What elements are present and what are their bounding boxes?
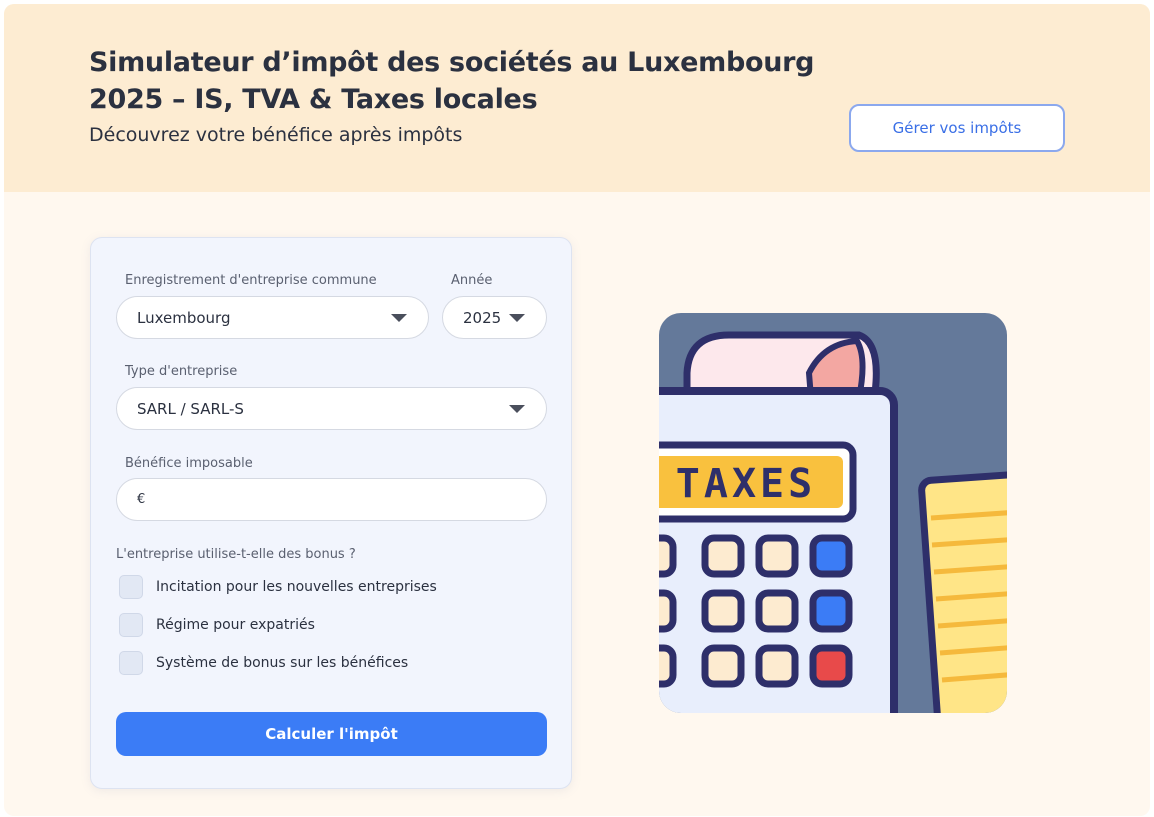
bonus-option-new-business: Incitation pour les nouvelles entreprise… [119, 575, 437, 599]
tax-simulator-form: Enregistrement d'entreprise commune Anné… [90, 237, 572, 789]
company-type-select[interactable]: SARL / SARL-S [116, 387, 547, 430]
commune-label: Enregistrement d'entreprise commune [125, 273, 377, 288]
expat-regime-label: Régime pour expatriés [156, 617, 315, 633]
profit-input-wrapper: € [116, 478, 547, 521]
new-business-checkbox[interactable] [119, 575, 143, 599]
chevron-down-icon [509, 314, 525, 322]
manage-taxes-button[interactable]: Gérer vos impôts [849, 104, 1065, 152]
company-type-label: Type d'entreprise [125, 364, 238, 379]
profit-label: Bénéfice imposable [125, 456, 253, 471]
chevron-down-icon [391, 314, 407, 322]
year-select[interactable]: 2025 [442, 296, 547, 339]
calculate-tax-button[interactable]: Calculer l'impôt [116, 712, 547, 756]
company-type-select-value: SARL / SARL-S [137, 399, 244, 418]
receipt-paper-icon [918, 469, 1007, 713]
page-title: Simulateur d’impôt des sociétés au Luxem… [89, 47, 815, 115]
profit-input[interactable] [151, 479, 546, 520]
bonus-question: L'entreprise utilise-t-elle des bonus ? [116, 547, 356, 562]
hero-banner: Simulateur d’impôt des sociétés au Luxem… [4, 4, 1150, 192]
chevron-down-icon [509, 405, 525, 413]
commune-select-value: Luxembourg [137, 308, 231, 327]
calculator-display-text: TAXES [676, 461, 816, 507]
expat-regime-checkbox[interactable] [119, 613, 143, 637]
bonus-option-profit-bonus: Système de bonus sur les bénéfices [119, 651, 408, 675]
new-business-label: Incitation pour les nouvelles entreprise… [156, 579, 437, 595]
page-subtitle: Découvrez votre bénéfice après impôts [89, 124, 463, 146]
commune-select[interactable]: Luxembourg [116, 296, 429, 339]
profit-bonus-label: Système de bonus sur les bénéfices [156, 655, 409, 671]
bonus-option-expat: Régime pour expatriés [119, 613, 315, 637]
page: Simulateur d’impôt des sociétés au Luxem… [4, 4, 1150, 816]
year-label: Année [451, 273, 493, 288]
profit-bonus-checkbox[interactable] [119, 651, 143, 675]
year-select-value: 2025 [463, 308, 502, 327]
calculator-taxes-icon: TAXES [659, 313, 1007, 713]
euro-icon: € [137, 492, 146, 507]
